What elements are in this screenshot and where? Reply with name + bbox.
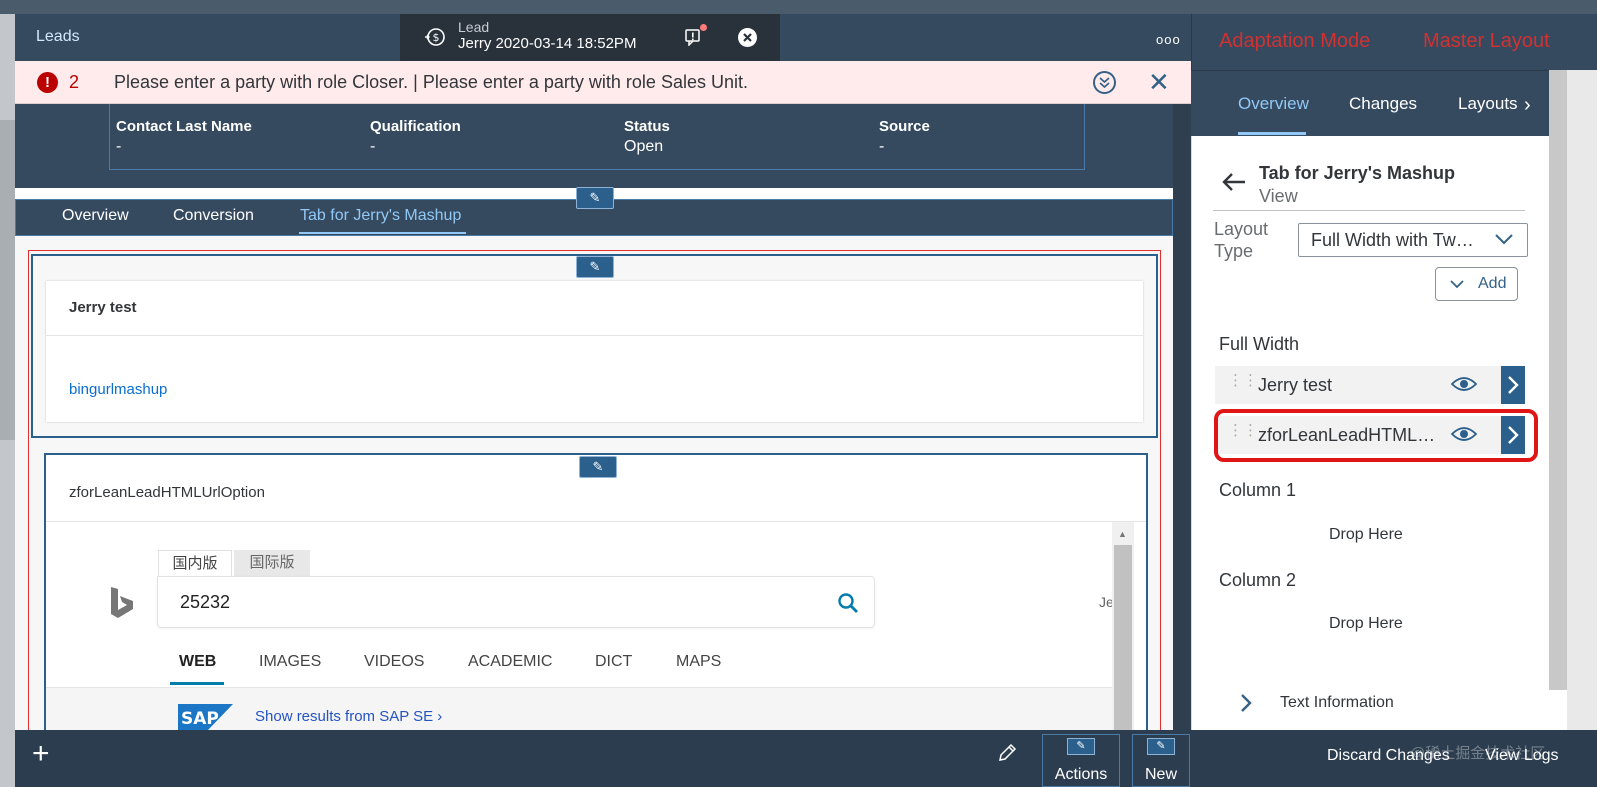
search-icon[interactable] <box>836 591 860 615</box>
bing-nav-maps[interactable]: MAPS <box>676 653 721 671</box>
adaptation-tab-changes[interactable]: Changes <box>1349 94 1417 114</box>
tab-conversion[interactable]: Conversion <box>173 207 254 225</box>
error-count[interactable]: 2 <box>69 72 79 93</box>
new-label: New <box>1144 766 1177 783</box>
bing-search-box[interactable] <box>157 576 875 628</box>
tabs-scroll-right-icon[interactable]: › <box>1524 94 1531 117</box>
bing-nav-active-underline <box>170 682 224 685</box>
shell-tab-type: Lead <box>458 19 490 35</box>
visibility-icon[interactable] <box>1451 375 1477 393</box>
add-button-label: Add <box>1478 275 1507 292</box>
adaptation-tab-layouts[interactable]: Layouts <box>1458 94 1518 114</box>
card-jerry-test <box>46 281 1143 422</box>
overflow-icon[interactable]: ooo <box>1156 32 1181 47</box>
bing-tab-domestic[interactable]: 国内版 <box>158 550 232 577</box>
adaptation-tab-overview[interactable]: Overview <box>1238 94 1309 114</box>
bing-nav-dict[interactable]: DICT <box>595 653 632 671</box>
error-message-text: Please enter a party with role Closer. |… <box>114 72 748 92</box>
mashup-link[interactable]: bingurlmashup <box>69 381 167 398</box>
frame-scrollbar-thumb[interactable] <box>1114 545 1132 730</box>
lead-icon: $ <box>425 28 445 46</box>
chevron-right-icon[interactable] <box>1238 692 1254 714</box>
highlight-annotation <box>1214 409 1538 462</box>
sap-logo-icon: SAP <box>178 704 233 730</box>
bing-tab-international[interactable]: 国际版 <box>234 550 310 576</box>
bing-user-name[interactable]: Je <box>1099 594 1112 610</box>
panel-subtitle: View <box>1259 186 1298 206</box>
bing-nav-academic[interactable]: ACADEMIC <box>468 653 552 671</box>
expand-messages-icon[interactable] <box>1093 71 1116 94</box>
card-divider <box>46 335 1143 336</box>
layout-row-label: Jerry test <box>1258 375 1333 395</box>
section-column-2: Column 2 <box>1219 570 1297 590</box>
header-label-status: Status <box>624 118 670 135</box>
section-column-1: Column 1 <box>1219 480 1297 500</box>
header-label-qualification: Qualification <box>370 118 461 135</box>
tab-overview[interactable]: Overview <box>62 207 129 225</box>
watermark: @稀土掘金技术社区 <box>1410 745 1546 762</box>
bing-logo-icon <box>111 587 133 618</box>
adaptation-mode-title: Adaptation Mode <box>1219 30 1371 52</box>
header-value-qualification: - <box>370 138 376 155</box>
error-icon: ! <box>37 72 58 93</box>
header-label-contact-last-name: Contact Last Name <box>116 118 252 135</box>
sap-results-link[interactable]: Show results from SAP SE › <box>255 708 442 725</box>
panel-title: Tab for Jerry's Mashup <box>1259 163 1455 183</box>
section-full-width: Full Width <box>1219 334 1300 354</box>
bing-search-query[interactable]: 25232 <box>180 592 230 613</box>
close-tab-icon[interactable] <box>738 28 757 47</box>
active-tab-underline <box>299 232 466 234</box>
back-arrow-icon[interactable] <box>1220 170 1248 194</box>
add-icon[interactable]: + <box>32 739 50 769</box>
edit-tabbar-button[interactable]: ✎ <box>576 187 614 209</box>
drag-handle-icon[interactable]: ⋮⋮ <box>1228 373 1258 388</box>
panel-title-divider <box>1213 210 1525 211</box>
header-fields-box <box>109 104 1085 170</box>
block2-title: zforLeanLeadHTMLUrlOption <box>69 484 265 501</box>
text-information-item[interactable]: Text Information <box>1280 694 1394 712</box>
notification-icon[interactable] <box>684 28 702 46</box>
shell-tab-title: Jerry 2020-03-14 18:52PM <box>458 35 637 52</box>
tab-jerrys-mashup[interactable]: Tab for Jerry's Mashup <box>300 207 461 225</box>
layout-type-label: Layout Type <box>1214 219 1269 261</box>
drop-zone-column-2[interactable]: Drop Here <box>1329 615 1403 633</box>
edit-icon[interactable] <box>996 742 1018 764</box>
edit-block2-button[interactable]: ✎ <box>579 456 617 478</box>
notification-badge <box>700 24 707 31</box>
actions-label: Actions <box>1054 766 1108 783</box>
chevron-down-icon[interactable] <box>1494 230 1514 248</box>
svg-text:SAP: SAP <box>181 709 219 729</box>
bing-nav-videos[interactable]: VIDEOS <box>364 653 424 671</box>
edit-block1-button[interactable]: ✎ <box>576 256 614 278</box>
bing-nav-web[interactable]: WEB <box>179 653 216 671</box>
panel-scroll-track <box>1567 70 1597 730</box>
bing-nav-images[interactable]: IMAGES <box>259 653 321 671</box>
header-label-source: Source <box>879 118 930 135</box>
layout-type-value: Full Width with Two Columns <box>1311 230 1479 250</box>
adaptation-tab-underline <box>1238 132 1306 135</box>
left-edge-scroll <box>0 120 15 440</box>
shell-tab-leads[interactable]: Leads <box>36 28 80 46</box>
edit-new-icon[interactable]: ✎ <box>1147 738 1175 755</box>
actions-button[interactable]: ✎ Actions <box>1042 734 1120 787</box>
chevron-down-add-icon <box>1450 280 1464 289</box>
top-strip <box>0 0 1597 14</box>
sap-results-link-label: Show results from SAP SE <box>255 708 434 725</box>
panel-scrollbar[interactable] <box>1549 70 1567 690</box>
edit-actions-icon[interactable]: ✎ <box>1067 738 1095 755</box>
svg-text:$: $ <box>433 31 440 44</box>
header-value-contact-last-name: - <box>116 138 122 155</box>
row-navigate-button[interactable] <box>1501 366 1525 404</box>
chevron-right-icon: › <box>437 708 443 725</box>
drop-zone-column-1[interactable]: Drop Here <box>1329 526 1403 544</box>
new-button[interactable]: ✎ New <box>1132 734 1190 787</box>
header-value-source: - <box>879 138 885 155</box>
header-value-status: Open <box>624 138 664 155</box>
scroll-up-icon[interactable]: ▲ <box>1118 529 1127 539</box>
close-message-icon[interactable]: ✕ <box>1148 68 1170 96</box>
master-layout-link[interactable]: Master Layout <box>1423 30 1550 53</box>
card-title: Jerry test <box>69 299 137 316</box>
